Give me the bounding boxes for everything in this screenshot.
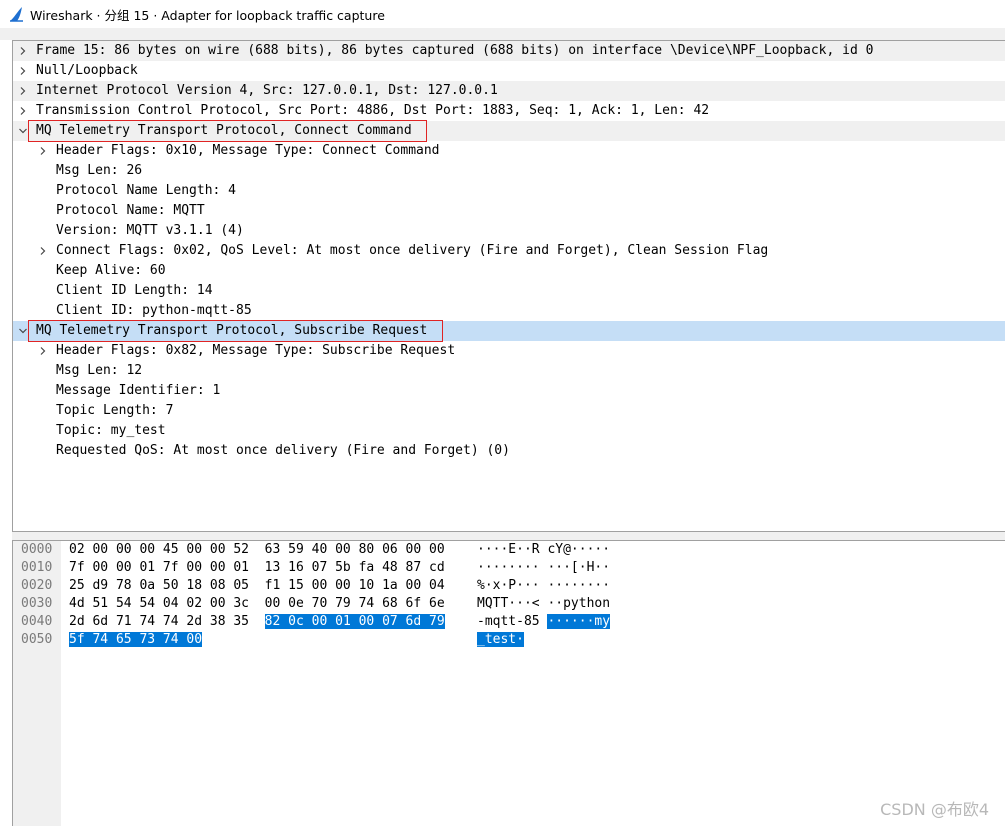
ascii-bytes-plain: -mqtt-85 <box>477 614 548 629</box>
ascii-bytes[interactable]: -mqtt-85 ······my <box>477 613 611 631</box>
toolbar-gap <box>0 28 1005 40</box>
hex-bytes[interactable]: 02 00 00 00 45 00 00 52 63 59 40 00 80 0… <box>69 541 445 559</box>
hex-bytes-plain: 7f 00 00 01 7f 00 00 01 13 16 07 5b fa 4… <box>69 560 445 575</box>
hex-bytes-plain: 25 d9 78 0a 50 18 08 05 f1 15 00 00 10 1… <box>69 578 445 593</box>
hex-bytes-plain: 2d 6d 71 74 74 2d 38 35 <box>69 614 265 629</box>
tree-row-label: Header Flags: 0x82, Message Type: Subscr… <box>56 343 456 358</box>
tree-row[interactable]: Message Identifier: 1 <box>13 381 1005 401</box>
tree-row[interactable]: Null/Loopback <box>13 61 1005 81</box>
hex-bytes[interactable]: 5f 74 65 73 74 00 <box>69 631 203 649</box>
packet-details-pane[interactable]: Frame 15: 86 bytes on wire (688 bits), 8… <box>12 40 1005 532</box>
hex-bytes[interactable]: 25 d9 78 0a 50 18 08 05 f1 15 00 00 10 1… <box>69 577 445 595</box>
tree-row-label: Requested QoS: At most once delivery (Fi… <box>56 443 510 458</box>
tree-row[interactable]: Protocol Name: MQTT <box>13 201 1005 221</box>
tree-row-label: Message Identifier: 1 <box>56 383 221 398</box>
tree-row[interactable]: Client ID: python-mqtt-85 <box>13 301 1005 321</box>
tree-row-label: Topic Length: 7 <box>56 403 174 418</box>
chevron-down-icon[interactable] <box>16 321 30 341</box>
chevron-right-icon[interactable] <box>16 81 30 101</box>
tree-row[interactable]: Keep Alive: 60 <box>13 261 1005 281</box>
byte-offset: 0050 <box>21 632 53 647</box>
chevron-right-icon[interactable] <box>36 141 50 161</box>
tree-row[interactable]: Internet Protocol Version 4, Src: 127.0.… <box>13 81 1005 101</box>
hex-bytes[interactable]: 4d 51 54 54 04 02 00 3c 00 0e 70 79 74 6… <box>69 595 445 613</box>
ascii-bytes-selected: ······my <box>547 614 611 629</box>
tree-row[interactable]: Client ID Length: 14 <box>13 281 1005 301</box>
chevron-right-icon[interactable] <box>36 341 50 361</box>
tree-row-label: Protocol Name: MQTT <box>56 203 205 218</box>
ascii-bytes-plain: %·x·P··· ········ <box>477 578 611 593</box>
chevron-right-icon[interactable] <box>16 101 30 121</box>
tree-row[interactable]: Header Flags: 0x82, Message Type: Subscr… <box>13 341 1005 361</box>
pane-splitter[interactable] <box>12 532 1005 540</box>
tree-row-label: Topic: my_test <box>56 423 166 438</box>
ascii-bytes-plain: ········ ···[·H·· <box>477 560 611 575</box>
tree-row-label: Null/Loopback <box>36 63 138 78</box>
tree-row-label: Connect Flags: 0x02, QoS Level: At most … <box>56 243 769 258</box>
tree-row-label: Msg Len: 12 <box>56 363 143 378</box>
byte-offset: 0000 <box>21 542 53 557</box>
tree-row[interactable]: MQ Telemetry Transport Protocol, Subscri… <box>13 321 1005 341</box>
ascii-bytes-plain: MQTT···< ··python <box>477 596 611 611</box>
tree-row[interactable]: Msg Len: 12 <box>13 361 1005 381</box>
tree-row[interactable]: Header Flags: 0x10, Message Type: Connec… <box>13 141 1005 161</box>
tree-row[interactable]: Requested QoS: At most once delivery (Fi… <box>13 441 1005 461</box>
tree-row-label: Version: MQTT v3.1.1 (4) <box>56 223 244 238</box>
hex-bytes-plain: 02 00 00 00 45 00 00 52 63 59 40 00 80 0… <box>69 542 445 557</box>
ascii-bytes-selected: _test· <box>477 632 524 647</box>
window-title: Wireshark · 分组 15 · Adapter for loopback… <box>30 7 385 23</box>
ascii-bytes[interactable]: ········ ···[·H·· <box>477 559 610 577</box>
ascii-bytes[interactable]: _test· <box>477 631 524 649</box>
ascii-bytes[interactable]: ····E··R cY@····· <box>477 541 610 559</box>
tree-row-label: Client ID Length: 14 <box>56 283 213 298</box>
watermark: CSDN @布欧4 <box>880 800 989 819</box>
tree-row-label: Keep Alive: 60 <box>56 263 166 278</box>
chevron-right-icon[interactable] <box>36 241 50 261</box>
hex-bytes-selected: 5f 74 65 73 74 00 <box>69 632 203 647</box>
title-bar: Wireshark · 分组 15 · Adapter for loopback… <box>0 0 1005 28</box>
tree-row-label: Header Flags: 0x10, Message Type: Connec… <box>56 143 440 158</box>
hex-bytes-plain: 4d 51 54 54 04 02 00 3c 00 0e 70 79 74 6… <box>69 596 445 611</box>
wireshark-fin-icon <box>10 7 23 22</box>
byte-offset: 0030 <box>21 596 53 611</box>
byte-offset: 0020 <box>21 578 53 593</box>
tree-row[interactable]: Protocol Name Length: 4 <box>13 181 1005 201</box>
tree-row-label: MQ Telemetry Transport Protocol, Subscri… <box>36 323 428 338</box>
tree-row[interactable]: Topic: my_test <box>13 421 1005 441</box>
ascii-bytes[interactable]: MQTT···< ··python <box>477 595 610 613</box>
tree-row[interactable]: Msg Len: 26 <box>13 161 1005 181</box>
tree-row[interactable]: MQ Telemetry Transport Protocol, Connect… <box>13 121 1005 141</box>
tree-row[interactable]: Connect Flags: 0x02, QoS Level: At most … <box>13 241 1005 261</box>
tree-row-label: Protocol Name Length: 4 <box>56 183 237 198</box>
hex-bytes-selected: 82 0c 00 01 00 07 6d 79 <box>264 614 445 629</box>
tree-row-label: Frame 15: 86 bytes on wire (688 bits), 8… <box>36 43 874 58</box>
hex-bytes[interactable]: 7f 00 00 01 7f 00 00 01 13 16 07 5b fa 4… <box>69 559 445 577</box>
tree-row[interactable]: Frame 15: 86 bytes on wire (688 bits), 8… <box>13 41 1005 61</box>
packet-bytes-pane[interactable]: 0000 02 00 00 00 45 00 00 52 63 59 40 00 … <box>12 540 1005 826</box>
tree-row-label: Msg Len: 26 <box>56 163 143 178</box>
tree-row-label: MQ Telemetry Transport Protocol, Connect… <box>36 123 412 138</box>
tree-row-label: Internet Protocol Version 4, Src: 127.0.… <box>36 83 498 98</box>
byte-offset: 0040 <box>21 614 53 629</box>
chevron-right-icon[interactable] <box>16 61 30 81</box>
ascii-bytes[interactable]: %·x·P··· ········ <box>477 577 610 595</box>
byte-offset: 0010 <box>21 560 53 575</box>
tree-row[interactable]: Transmission Control Protocol, Src Port:… <box>13 101 1005 121</box>
tree-row[interactable]: Topic Length: 7 <box>13 401 1005 421</box>
tree-row[interactable]: Version: MQTT v3.1.1 (4) <box>13 221 1005 241</box>
chevron-right-icon[interactable] <box>16 41 30 61</box>
tree-row-label: Client ID: python-mqtt-85 <box>56 303 252 318</box>
ascii-bytes-plain: ····E··R cY@····· <box>477 542 611 557</box>
chevron-down-icon[interactable] <box>16 121 30 141</box>
tree-row-label: Transmission Control Protocol, Src Port:… <box>36 103 710 118</box>
hex-bytes[interactable]: 2d 6d 71 74 74 2d 38 35 82 0c 00 01 00 0… <box>69 613 445 631</box>
